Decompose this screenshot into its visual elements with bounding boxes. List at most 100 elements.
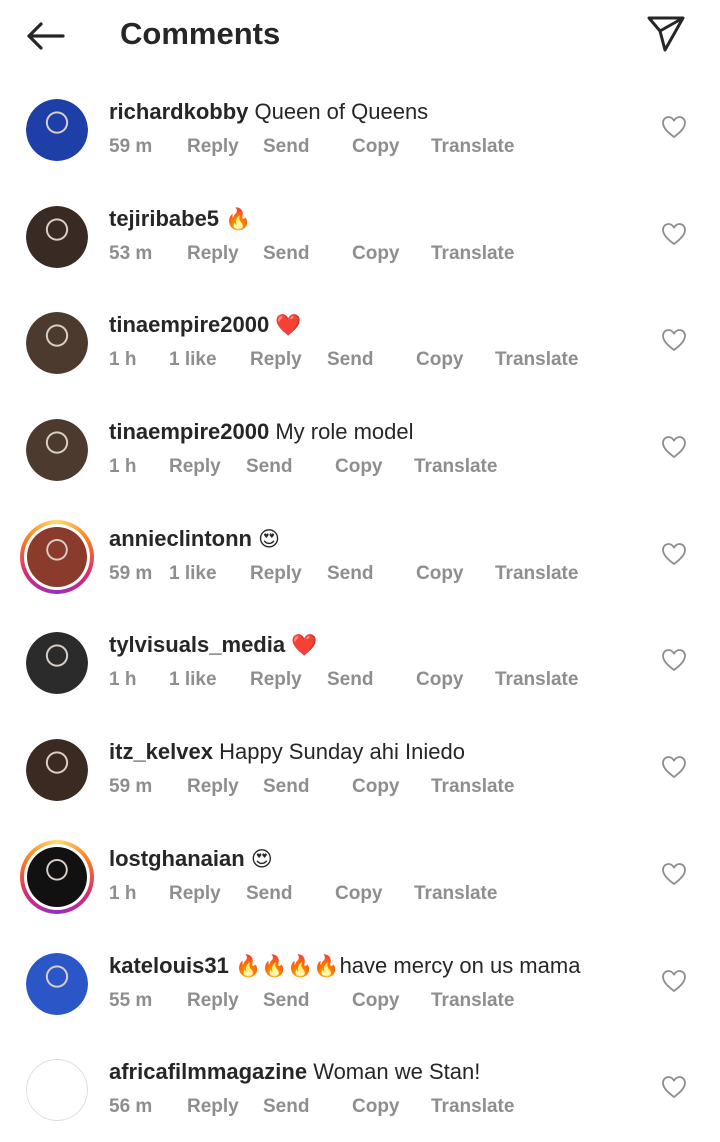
comment-body: tejiribabe5 🔥 [109,204,251,234]
send-button[interactable]: Send [263,775,309,799]
comment-username[interactable]: richardkobby [109,99,248,124]
comment-text: Queen of Queens [254,99,429,124]
copy-button[interactable]: Copy [352,135,400,159]
reply-button[interactable]: Reply [250,562,302,586]
send-button[interactable]: Send [263,1095,309,1119]
avatar[interactable] [26,419,88,482]
heart-icon[interactable] [660,433,688,461]
heart-icon[interactable] [660,860,688,888]
reply-button[interactable]: Reply [187,135,239,159]
heart-icon[interactable] [660,540,688,568]
comment-username[interactable]: itz_kelvex [109,739,213,764]
translate-button[interactable]: Translate [495,562,578,586]
send-button[interactable]: Send [246,882,292,906]
avatar-image [26,1059,88,1122]
translate-button[interactable]: Translate [495,668,578,692]
comment-username[interactable]: tejiribabe5 [109,206,219,231]
send-button[interactable]: Send [263,135,309,159]
heart-icon[interactable] [660,967,688,995]
heart-icon[interactable] [660,646,688,674]
avatar[interactable] [26,1059,88,1122]
comment-row: tejiribabe5 🔥 53 m Reply Send Copy Translate [0,182,720,289]
like-count[interactable]: 1 like [169,668,217,692]
reply-button[interactable]: Reply [187,242,239,266]
copy-button[interactable]: Copy [352,775,400,799]
comment-row: africafilmmagazine Woman we Stan! 56 m Rep… [0,1035,720,1142]
comment-emoji: ❤️ [291,633,318,658]
translate-button[interactable]: Translate [431,135,514,159]
comment-username[interactable]: katelouis31 [109,953,229,978]
comment-time: 1 h [109,349,137,371]
comment-username[interactable]: tinaempire2000 [109,312,269,337]
copy-button[interactable]: Copy [352,989,400,1013]
comment-row: tylvisuals_media ❤️ 1 h 1 like Reply Send Cop… [0,608,720,715]
send-button[interactable]: Send [263,242,309,266]
avatar[interactable] [26,312,88,375]
send-button[interactable]: Send [327,668,373,692]
avatar[interactable] [26,632,88,695]
heart-icon[interactable] [660,753,688,781]
comment-body: katelouis31 🔥🔥🔥🔥have mercy on us mama [109,951,580,981]
like-count[interactable]: 1 like [169,348,217,372]
comment-row: lostghanaian 😍 1 h Reply Send Copy Translate [0,822,720,929]
comment-text: My role model [275,419,414,445]
comment-time: 59 m [109,776,153,798]
share-button[interactable] [642,12,690,56]
copy-button[interactable]: Copy [416,348,464,372]
reply-button[interactable]: Reply [169,455,221,479]
translate-button[interactable]: Translate [414,455,497,479]
send-button[interactable]: Send [327,348,373,372]
comment-row: tinaempire2000 ❤️ 1 h 1 like Reply Send Copy T… [0,288,720,395]
translate-button[interactable]: Translate [414,882,497,906]
avatar[interactable] [20,519,94,594]
send-button[interactable]: Send [246,455,292,479]
translate-button[interactable]: Translate [431,1095,514,1119]
reply-button[interactable]: Reply [187,1095,239,1119]
paper-plane-icon [647,16,685,52]
reply-button[interactable]: Reply [187,989,239,1013]
avatar[interactable] [20,839,94,914]
reply-button[interactable]: Reply [250,668,302,692]
avatar-image [26,312,88,375]
send-button[interactable]: Send [263,989,309,1013]
heart-icon[interactable] [660,1073,688,1101]
copy-button[interactable]: Copy [416,668,464,692]
comment-username[interactable]: tylvisuals_media [109,632,285,657]
heart-icon[interactable] [660,220,688,248]
comment-body: lostghanaian 😍 [109,844,273,874]
comment-username[interactable]: annieclintonn [109,526,252,551]
copy-button[interactable]: Copy [416,562,464,586]
comment-row: annieclintonn 😍 59 m 1 like Reply Send Copy Tr… [0,502,720,609]
copy-button[interactable]: Copy [352,1095,400,1119]
send-button[interactable]: Send [327,562,373,586]
avatar[interactable] [26,952,88,1015]
heart-icon[interactable] [660,113,688,141]
comment-username[interactable]: africafilmmagazine [109,1059,307,1084]
avatar[interactable] [26,99,88,161]
translate-button[interactable]: Translate [431,775,514,799]
comment-row: richardkobby Queen of Queens 59 m Reply Sen… [0,75,720,182]
like-count[interactable]: 1 like [169,562,217,586]
comment-list: richardkobby Queen of Queens 59 m Reply Sen… [0,75,720,1142]
comment-body: tinaempire2000 ❤️ [109,310,301,340]
comment-username[interactable]: lostghanaian [109,846,245,871]
comment-body: africafilmmagazine Woman we Stan! [109,1057,480,1087]
reply-button[interactable]: Reply [169,882,221,906]
heart-icon[interactable] [660,326,688,354]
copy-button[interactable]: Copy [335,882,383,906]
comment-text: Woman we Stan! [313,1059,481,1085]
reply-button[interactable]: Reply [250,348,302,372]
copy-button[interactable]: Copy [352,242,400,266]
back-button[interactable] [22,16,68,56]
avatar[interactable] [26,205,88,268]
reply-button[interactable]: Reply [187,775,239,799]
page-title: Comments [120,16,281,51]
avatar[interactable] [26,739,88,802]
comment-row: katelouis31 🔥🔥🔥🔥have mercy on us mama 55 … [0,929,720,1036]
translate-button[interactable]: Translate [495,348,578,372]
comment-username[interactable]: tinaempire2000 [109,419,269,444]
comment-time: 1 h [109,882,137,904]
translate-button[interactable]: Translate [431,242,514,266]
copy-button[interactable]: Copy [335,455,383,479]
translate-button[interactable]: Translate [431,989,514,1013]
